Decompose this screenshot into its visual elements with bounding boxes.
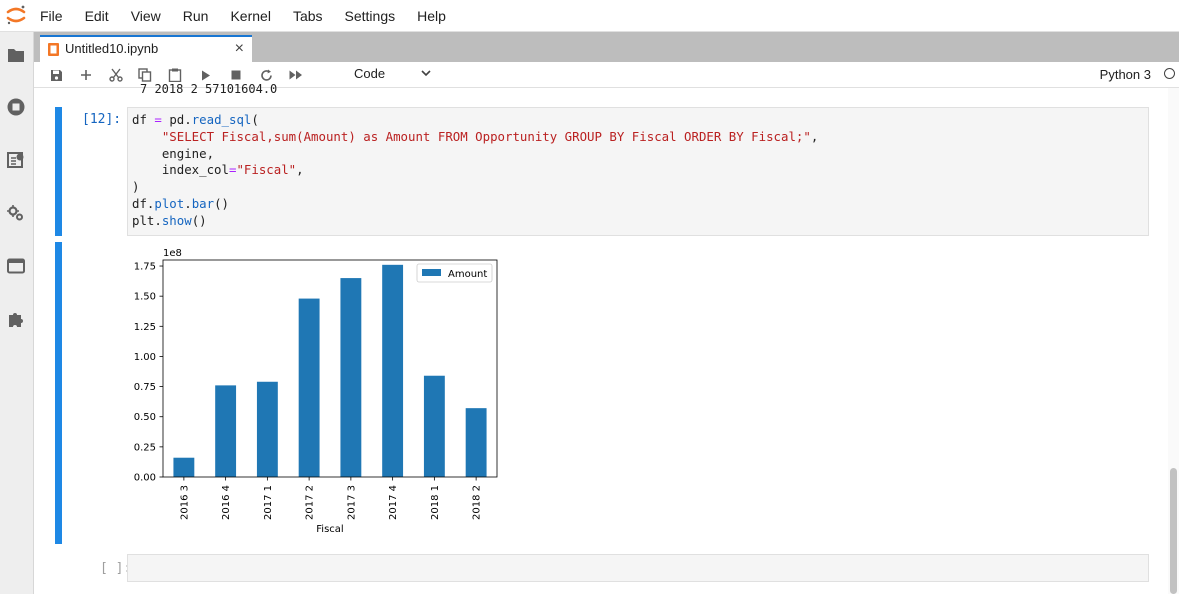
- jupyter-logo-icon: [6, 5, 26, 25]
- cell-type-select[interactable]: Code: [354, 66, 385, 81]
- table-of-contents-icon[interactable]: [6, 150, 26, 170]
- close-icon[interactable]: ×: [235, 40, 244, 58]
- bar-2017-1: [256, 381, 278, 477]
- menu-list: File Edit View Run Kernel Tabs Settings …: [40, 0, 468, 31]
- menu-tabs[interactable]: Tabs: [293, 8, 323, 24]
- x-tick-label: 2017 4: [388, 485, 399, 520]
- running-kernels-icon[interactable]: [6, 97, 26, 117]
- chevron-down-icon[interactable]: [420, 67, 432, 79]
- run-icon[interactable]: [197, 66, 215, 84]
- tabs-icon[interactable]: [6, 256, 26, 276]
- notebook-tab[interactable]: Untitled10.ipynb ×: [40, 35, 252, 62]
- left-sidebar: [0, 32, 34, 594]
- menu-settings[interactable]: Settings: [345, 8, 396, 24]
- kernel-status-icon: [1164, 68, 1175, 79]
- code-line-1: df = pd.read_sql(: [132, 112, 259, 127]
- scrollbar-thumb[interactable]: [1170, 468, 1177, 594]
- menu-bar: File Edit View Run Kernel Tabs Settings …: [0, 0, 1179, 32]
- menu-edit[interactable]: Edit: [85, 8, 109, 24]
- output-collapser[interactable]: [55, 242, 62, 544]
- y-tick-label: 0.50: [134, 412, 156, 423]
- bar-2016-4: [215, 385, 237, 477]
- bar-2018-2: [465, 408, 487, 477]
- kernel-name[interactable]: Python 3: [1100, 67, 1151, 82]
- paste-icon[interactable]: [166, 66, 184, 84]
- input-prompt: [12]:: [82, 112, 122, 127]
- stop-icon[interactable]: [227, 66, 245, 84]
- property-inspector-icon[interactable]: [6, 203, 26, 223]
- folder-icon[interactable]: [6, 45, 26, 65]
- extensions-icon[interactable]: [6, 309, 26, 329]
- y-tick-label: 0.75: [134, 382, 156, 393]
- code-text: df = pd.read_sql( "SELECT Fiscal,sum(Amo…: [132, 112, 818, 230]
- x-axis-label: Fiscal: [316, 524, 343, 535]
- x-tick-label: 2018 1: [430, 485, 441, 520]
- copy-icon[interactable]: [136, 66, 154, 84]
- x-tick-label: 2016 3: [179, 485, 190, 520]
- restart-icon[interactable]: [257, 66, 275, 84]
- y-tick-label: 1.00: [134, 352, 156, 363]
- menu-help[interactable]: Help: [417, 8, 446, 24]
- code-line-6: df.plot.bar(): [132, 195, 230, 211]
- y-tick-label: 0.00: [134, 473, 156, 484]
- y-tick-label: 1.25: [134, 322, 156, 333]
- y-tick-label: 1.50: [134, 292, 156, 303]
- x-tick-label: 2016 4: [221, 485, 232, 520]
- x-tick-label: 2018 2: [472, 485, 483, 520]
- code-line-7: plt.show(): [132, 212, 207, 228]
- menu-view[interactable]: View: [131, 8, 161, 24]
- notebook-icon: [48, 43, 59, 56]
- plot-frame: [162, 259, 498, 478]
- add-cell-icon[interactable]: [77, 66, 95, 84]
- menu-kernel[interactable]: Kernel: [230, 8, 270, 24]
- bar-2018-1: [423, 375, 445, 477]
- code-line-2: "SELECT Fiscal,sum(Amount) as Amount FRO…: [161, 128, 819, 144]
- x-tick-label: 2017 3: [346, 485, 357, 520]
- y-scale-label: 1e8: [163, 248, 182, 259]
- previous-output-line: 7 2018 2 57101604.0: [140, 84, 278, 94]
- code-line-3: engine,: [132, 145, 215, 161]
- empty-code-editor[interactable]: [127, 554, 1149, 582]
- x-tick-label: 2017 2: [305, 485, 316, 520]
- bar-2017-2: [298, 298, 320, 477]
- x-tick-label: 2017 1: [263, 485, 274, 520]
- fast-forward-icon[interactable]: [287, 66, 305, 84]
- bar-chart: 0.00 0.25 0.50 0.75 1.00 1.25 1.50 1.75 1e8 2016 …: [134, 248, 498, 535]
- legend-swatch: [422, 269, 441, 276]
- legend-label: Amount: [448, 269, 487, 280]
- bar-2017-4: [382, 264, 404, 477]
- scrollbar[interactable]: [1168, 88, 1179, 594]
- code-line-4: index_col="Fiscal",: [132, 162, 304, 178]
- menu-run[interactable]: Run: [183, 8, 209, 24]
- cut-icon[interactable]: [107, 66, 125, 84]
- input-collapser[interactable]: [55, 107, 62, 236]
- tab-title: Untitled10.ipynb: [65, 41, 159, 56]
- save-icon[interactable]: [47, 66, 65, 84]
- bar-2016-3: [173, 457, 195, 477]
- bar-2017-3: [340, 278, 362, 477]
- code-line-5: ): [132, 179, 140, 195]
- y-tick-label: 1.75: [134, 262, 156, 273]
- menu-file[interactable]: File: [40, 8, 63, 24]
- code-editor[interactable]: df = pd.read_sql( "SELECT Fiscal,sum(Amo…: [127, 107, 1149, 236]
- y-tick-label: 0.25: [134, 442, 156, 453]
